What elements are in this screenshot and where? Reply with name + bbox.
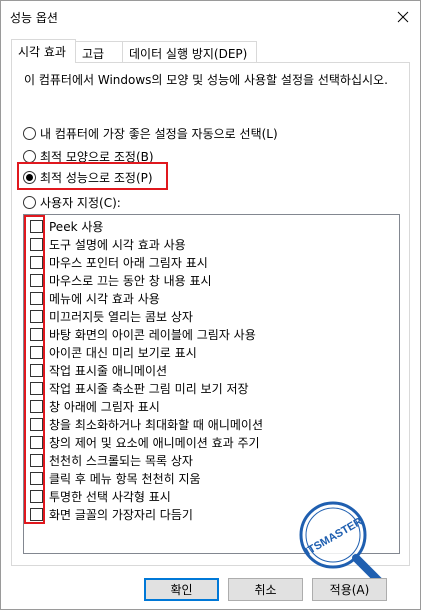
ok-button[interactable]: 확인	[144, 578, 219, 601]
effect-label: 도구 설명에 시각 효과 사용	[49, 237, 186, 252]
effect-label: 창의 제어 및 요소에 애니메이션 효과 주기	[49, 435, 260, 450]
radio-label: 내 컴퓨터에 가장 좋은 설정을 자동으로 선택(L)	[40, 126, 278, 141]
effect-label: 미끄러지듯 열리는 콤보 상자	[49, 309, 193, 324]
effect-item[interactable]: 창 아래에 그림자 표시	[30, 397, 160, 415]
close-button[interactable]	[386, 1, 420, 32]
effect-item[interactable]: 창을 최소화하거나 최대화할 때 애니메이션	[30, 415, 263, 433]
window-title: 성능 옵션	[10, 11, 58, 25]
radio-label: 사용자 지정(C):	[40, 195, 121, 210]
titlebar: 성능 옵션	[1, 1, 420, 32]
effect-label: 클릭 후 메뉴 항목 천천히 지움	[49, 471, 201, 486]
effect-item[interactable]: 아이콘 대신 미리 보기로 표시	[30, 343, 197, 361]
effect-item[interactable]: 투명한 선택 사각형 표시	[30, 487, 171, 505]
effect-item[interactable]: 마우스 포인터 아래 그림자 표시	[30, 253, 208, 271]
apply-button[interactable]: 적용(A)	[312, 578, 387, 601]
radio-auto-select[interactable]: 내 컴퓨터에 가장 좋은 설정을 자동으로 선택(L)	[23, 125, 278, 141]
effect-label: 마우스 포인터 아래 그림자 표시	[49, 255, 208, 270]
effect-item[interactable]: 작업 표시줄 축소판 그림 미리 보기 저장	[30, 379, 249, 397]
effect-label: 투명한 선택 사각형 표시	[49, 489, 171, 504]
effect-label: 천천히 스크롤되는 목록 상자	[49, 453, 193, 468]
effect-item[interactable]: 바탕 화면의 아이콘 레이블에 그림자 사용	[30, 325, 256, 343]
cancel-button[interactable]: 취소	[228, 578, 303, 601]
description-text: 이 컴퓨터에서 Windows의 모양 및 성능에 사용할 설정을 선택하십시오…	[24, 73, 388, 87]
performance-options-dialog: 성능 옵션 시각 효과 고급 데이터 실행 방지(DEP) 이 컴퓨터에서 Wi…	[0, 0, 421, 610]
radio-circle	[23, 195, 36, 209]
highlight-box-radio	[17, 162, 168, 190]
effect-item[interactable]: 미끄러지듯 열리는 콤보 상자	[30, 307, 193, 325]
effect-label: 작업 표시줄 애니메이션	[49, 363, 168, 378]
effect-label: 창 아래에 그림자 표시	[49, 399, 160, 414]
effect-label: 화면 글꼴의 가장자리 다듬기	[49, 507, 193, 522]
effect-label: Peek 사용	[49, 219, 104, 234]
effect-item[interactable]: 화면 글꼴의 가장자리 다듬기	[30, 505, 193, 523]
tab-advanced[interactable]: 고급	[75, 41, 123, 62]
effect-item[interactable]: 도구 설명에 시각 효과 사용	[30, 235, 186, 253]
close-icon	[397, 11, 409, 22]
effect-label: 바탕 화면의 아이콘 레이블에 그림자 사용	[49, 327, 256, 342]
effect-label: 창을 최소화하거나 최대화할 때 애니메이션	[49, 417, 263, 432]
effect-label: 메뉴에 시각 효과 사용	[49, 291, 160, 306]
effect-label: 작업 표시줄 축소판 그림 미리 보기 저장	[49, 381, 249, 396]
effect-item[interactable]: 천천히 스크롤되는 목록 상자	[30, 451, 193, 469]
effect-label: 아이콘 대신 미리 보기로 표시	[49, 345, 197, 360]
tab-visual-effects[interactable]: 시각 효과	[11, 39, 76, 63]
effect-label: 마우스로 끄는 동안 창 내용 표시	[49, 273, 212, 288]
effect-item[interactable]: 창의 제어 및 요소에 애니메이션 효과 주기	[30, 433, 260, 451]
effect-item[interactable]: 작업 표시줄 애니메이션	[30, 361, 167, 379]
effect-item[interactable]: 클릭 후 메뉴 항목 천천히 지움	[30, 469, 201, 487]
radio-circle	[23, 126, 36, 140]
effect-item[interactable]: 마우스로 끄는 동안 창 내용 표시	[30, 271, 212, 289]
highlight-box-checkboxes	[24, 215, 45, 524]
radio-circle	[23, 149, 36, 163]
effect-item[interactable]: 메뉴에 시각 효과 사용	[30, 289, 160, 307]
radio-custom[interactable]: 사용자 지정(C):	[23, 194, 121, 210]
tab-dep[interactable]: 데이터 실행 방지(DEP)	[122, 41, 257, 62]
